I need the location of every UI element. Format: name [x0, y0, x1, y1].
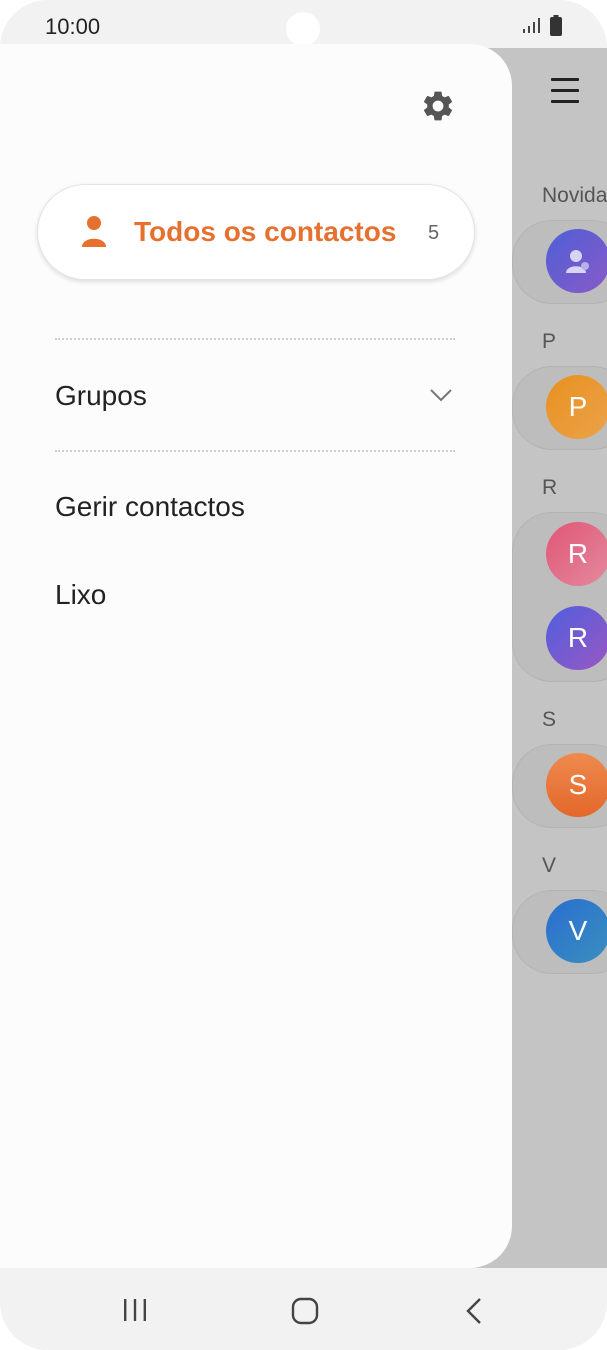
phone-screen: 10:00 Novida P P R R R S S V V Todos os … [0, 0, 607, 1350]
section-header-new: Novida [542, 184, 607, 207]
system-nav-bar [0, 1268, 607, 1350]
status-bar: 10:00 [0, 0, 607, 48]
avatar: P [546, 375, 607, 439]
settings-icon[interactable] [420, 88, 456, 124]
profile-icon [566, 250, 589, 273]
status-time: 10:00 [45, 14, 101, 39]
trash-item[interactable]: Lixo [0, 559, 512, 633]
all-contacts-item[interactable]: Todos os contactos 5 [37, 184, 475, 280]
avatar [546, 229, 607, 293]
avatar: S [546, 753, 607, 817]
signal-icon [523, 18, 540, 33]
groups-item[interactable]: Grupos [0, 360, 512, 434]
menu-icon[interactable] [551, 78, 579, 104]
all-contacts-count: 5 [428, 222, 440, 244]
chevron-down-icon[interactable] [430, 388, 452, 402]
avatar: R [546, 606, 607, 670]
home-icon[interactable] [291, 1297, 319, 1325]
all-contacts-label: Todos os contactos [134, 216, 397, 247]
section-header-p: P [542, 330, 557, 353]
divider [55, 338, 455, 340]
battery-icon [550, 15, 562, 36]
manage-contacts-label: Gerir contactos [55, 491, 245, 522]
section-header-s: S [542, 708, 557, 731]
section-header-v: V [542, 854, 557, 877]
divider [55, 450, 455, 452]
avatar: V [546, 899, 607, 963]
avatar: R [546, 522, 607, 586]
navigation-drawer: Todos os contactos 5 Grupos Gerir contac… [0, 44, 512, 1268]
back-icon[interactable] [465, 1297, 483, 1325]
front-camera [286, 12, 320, 46]
manage-contacts-item[interactable]: Gerir contactos [0, 471, 512, 545]
groups-label: Grupos [55, 380, 147, 411]
trash-label: Lixo [55, 579, 107, 610]
person-icon [82, 216, 106, 247]
section-header-r: R [542, 476, 558, 499]
recent-apps-icon[interactable] [122, 1298, 148, 1322]
